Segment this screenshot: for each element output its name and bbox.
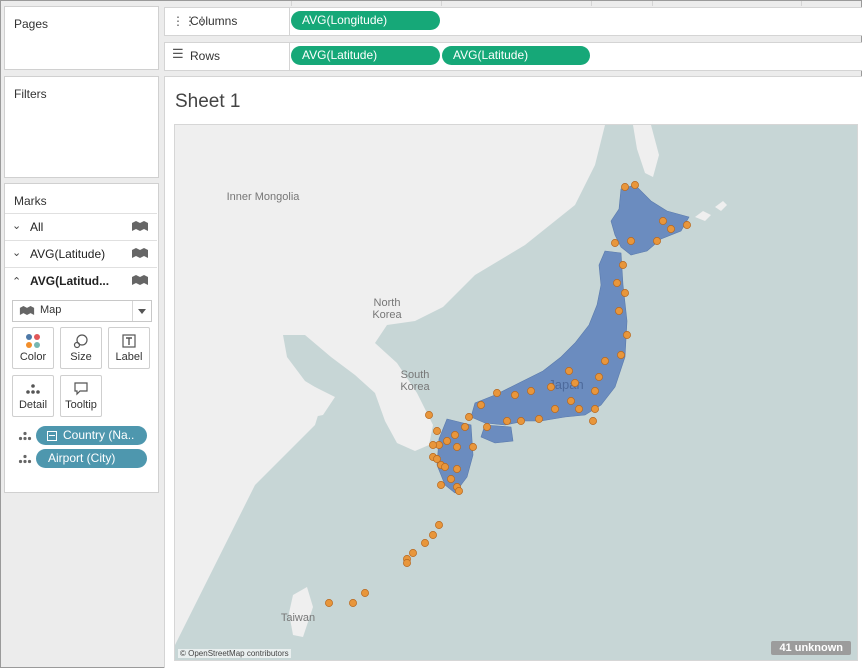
marks-layer-label: All	[30, 220, 44, 234]
size-button-label: Size	[70, 351, 92, 363]
country-field-label: Country (Na..	[63, 428, 135, 442]
filters-card[interactable]: Filters	[4, 76, 159, 178]
label-button[interactable]: Label	[108, 327, 150, 369]
ruler-tick	[441, 1, 442, 6]
marks-layer-all[interactable]: ⌄ All	[5, 213, 157, 240]
map-view[interactable]: Inner Mongolia North Korea South Korea J…	[174, 124, 858, 661]
kuril-islands	[695, 201, 727, 221]
map-label-taiwan: Taiwan	[280, 612, 316, 624]
chevron-down-icon[interactable]: ⌄	[12, 246, 21, 259]
marks-layer-label: AVG(Latitud...	[30, 274, 110, 288]
columns-pill-longitude[interactable]: AVG(Longitude)	[291, 11, 440, 30]
map-mark-icon	[132, 221, 148, 231]
ruler-tick	[652, 1, 653, 6]
rows-pill-latitude-2[interactable]: AVG(Latitude)	[442, 46, 590, 65]
label-icon	[122, 334, 136, 348]
map-mark-icon	[132, 275, 148, 285]
minus-icon[interactable]	[47, 430, 57, 441]
color-icon	[26, 334, 40, 348]
detail-icon	[26, 384, 40, 394]
marks-card-title: Marks	[14, 194, 47, 208]
marks-layer-latitude-1[interactable]: ⌄ AVG(Latitude)	[5, 240, 157, 267]
unknown-badge[interactable]: 41 unknown	[771, 641, 851, 655]
detail-button[interactable]: Detail	[12, 375, 54, 417]
pages-card[interactable]: Pages	[4, 6, 159, 70]
caret-down-icon[interactable]	[138, 309, 146, 314]
rows-icon: ☰	[172, 46, 184, 61]
mark-type-dropdown[interactable]: Map	[12, 300, 152, 322]
rows-pill-latitude-1[interactable]: AVG(Latitude)	[291, 46, 440, 65]
mark-type-value: Map	[40, 304, 62, 316]
ruler-tick	[591, 1, 592, 6]
marks-layer-latitude-2[interactable]: ⌃ AVG(Latitud...	[5, 267, 157, 294]
rows-label-text: Rows	[190, 49, 221, 63]
country-field-pill[interactable]: Country (Na..	[36, 426, 147, 445]
dropdown-divider	[132, 301, 133, 321]
pages-card-title: Pages	[14, 17, 49, 31]
tooltip-icon	[74, 382, 88, 396]
map-label-south-korea: South Korea	[400, 369, 430, 393]
tooltip-button-label: Tooltip	[65, 399, 97, 411]
map-label-japan: Japan	[548, 377, 584, 392]
columns-label-text: Columns	[190, 14, 238, 28]
ruler-tick	[291, 1, 292, 6]
columns-shelf[interactable]: ⋮⋮⋮ Columns AVG(Longitude)	[164, 7, 862, 36]
columns-shelf-label: ⋮⋮⋮ Columns	[165, 8, 290, 35]
tableau-window: Pages Filters Marks ⌄ All ⌄ AVG(Latitude…	[0, 0, 862, 668]
color-button[interactable]: Color	[12, 327, 54, 369]
detail-icon	[18, 431, 32, 441]
label-button-label: Label	[115, 351, 143, 363]
map-mark-icon	[19, 306, 35, 315]
map-label-inner-mongolia: Inner Mongolia	[226, 191, 300, 203]
filters-card-title: Filters	[14, 87, 47, 101]
tooltip-button[interactable]: Tooltip	[60, 375, 102, 417]
detail-icon	[18, 454, 32, 464]
size-button[interactable]: Size	[60, 327, 102, 369]
sakhalin-island	[633, 125, 659, 177]
ruler-tick	[801, 1, 802, 6]
airport-field-pill[interactable]: Airport (City)	[36, 449, 147, 468]
rows-shelf-label: ☰ Rows	[165, 43, 290, 70]
map-canvas[interactable]	[175, 125, 857, 660]
size-icon	[73, 334, 88, 349]
chevron-up-icon[interactable]: ⌃	[12, 275, 21, 288]
sheet-title: Sheet 1	[175, 91, 241, 112]
marks-layer-label: AVG(Latitude)	[30, 247, 106, 261]
map-label-north-korea: North Korea	[372, 297, 402, 321]
chevron-down-icon[interactable]: ⌄	[12, 219, 21, 232]
rows-shelf[interactable]: ☰ Rows AVG(Latitude) AVG(Latitude)	[164, 42, 862, 71]
map-attribution[interactable]: © OpenStreetMap contributors	[178, 649, 291, 658]
airport-field-label: Airport (City)	[48, 451, 116, 465]
color-button-label: Color	[19, 351, 47, 363]
detail-button-label: Detail	[18, 399, 48, 411]
map-mark-icon	[132, 248, 148, 258]
